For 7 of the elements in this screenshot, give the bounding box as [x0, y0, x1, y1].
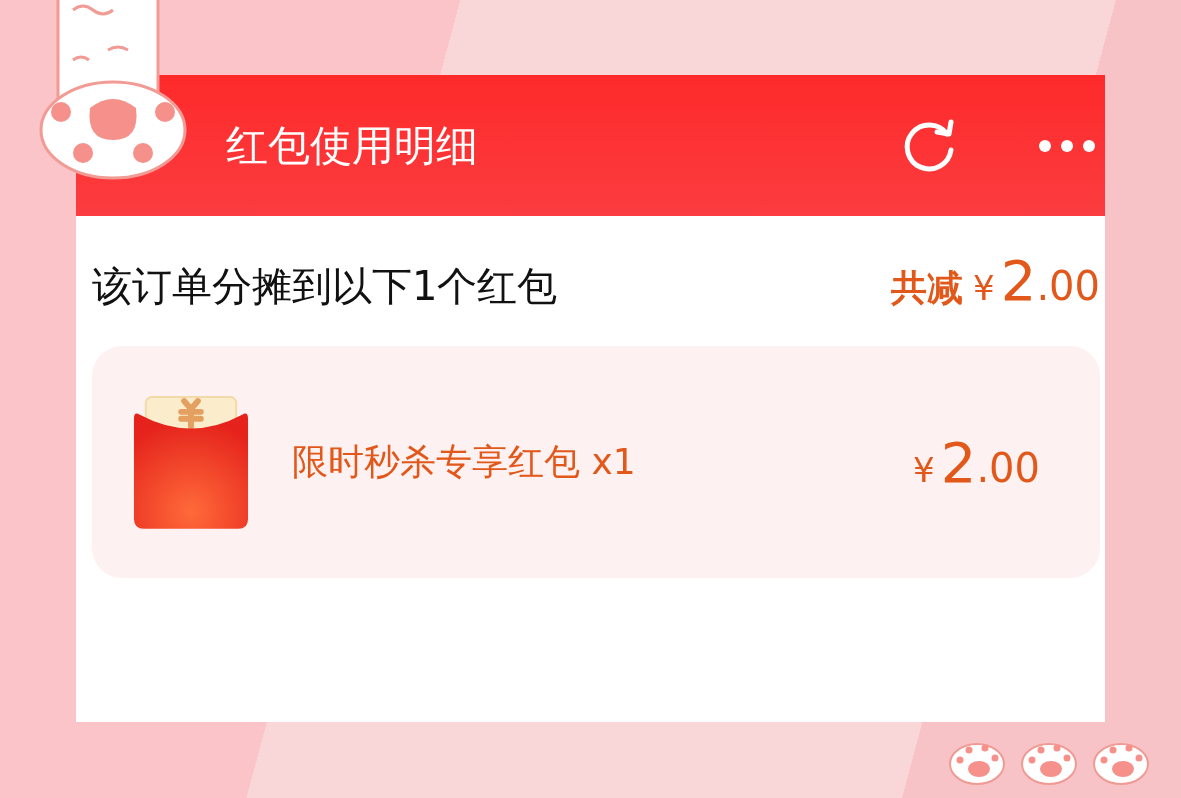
packet-name: 限时秒杀专享红包 x1 — [292, 439, 637, 484]
more-icon[interactable] — [1037, 137, 1097, 154]
packet-amount: ¥2.00 — [913, 429, 1040, 495]
summary-text: 该订单分摊到以下1个红包 — [92, 262, 559, 311]
total-amount: ¥2.00 — [973, 248, 1100, 313]
total-label: 共减 — [891, 266, 964, 310]
page-title: 红包使用明细 — [226, 119, 479, 172]
